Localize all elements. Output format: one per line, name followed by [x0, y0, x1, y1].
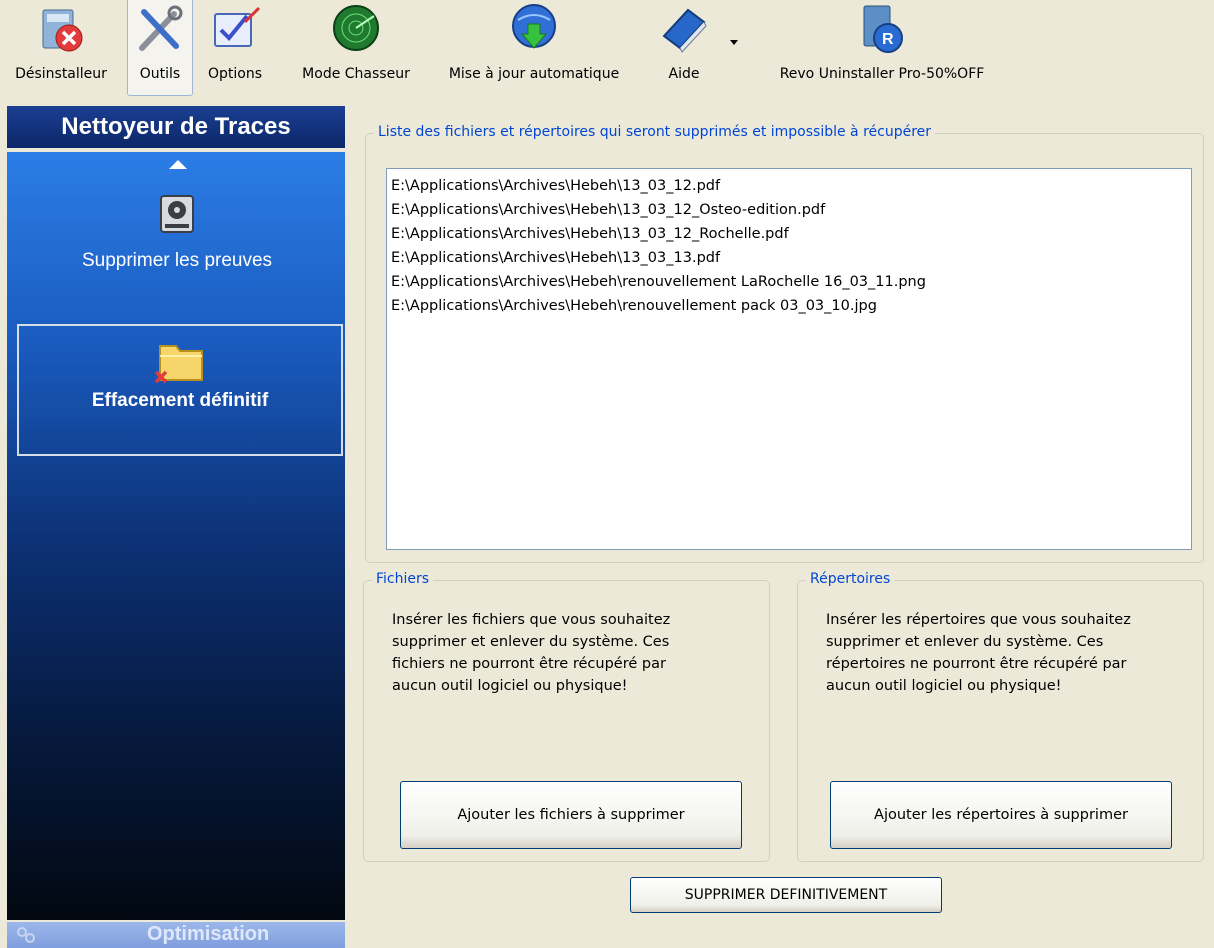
hard-drive-icon: [160, 195, 194, 233]
add-files-button[interactable]: Ajouter les fichiers à supprimer: [400, 781, 742, 849]
toolbar-options-label: Options: [207, 66, 263, 82]
directories-group: Répertoires Insérer les répertoires que …: [797, 571, 1204, 862]
files-group-description: Insérer les fichiers que vous souhaitez …: [392, 612, 671, 694]
tools-icon: [139, 5, 183, 51]
update-globe-icon: [512, 4, 556, 49]
list-item[interactable]: E:\Applications\Archives\Hebeh\13_03_12_…: [391, 222, 1187, 246]
help-book-icon: [662, 8, 707, 53]
toolbar-hunter-mode-label: Mode Chasseur: [302, 66, 410, 82]
list-item[interactable]: E:\Applications\Archives\Hebeh\13_03_12.…: [391, 174, 1187, 198]
file-list-group: Liste des fichiers et répertoires qui se…: [365, 124, 1204, 563]
file-list-group-title: Liste des fichiers et répertoires qui se…: [374, 124, 936, 140]
files-group: Fichiers Insérer les fichiers que vous s…: [363, 571, 770, 862]
radar-icon: [333, 5, 379, 51]
options-icon: [214, 6, 261, 47]
file-list[interactable]: E:\Applications\Archives\Hebeh\13_03_12.…: [386, 168, 1192, 550]
toolbar-options-button[interactable]: Options: [196, 0, 274, 96]
toolbar-auto-update-label: Mise à jour automatique: [448, 66, 620, 82]
sidebar-item-delete-evidence-label: Supprimer les preuves: [81, 250, 273, 271]
directories-group-title: Répertoires: [806, 571, 895, 587]
list-item[interactable]: E:\Applications\Archives\Hebeh\13_03_13.…: [391, 246, 1187, 270]
gears-icon: [17, 927, 35, 943]
list-item[interactable]: E:\Applications\Archives\Hebeh\renouvell…: [391, 270, 1187, 294]
toolbar-revo-pro-button[interactable]: R Revo Uninstaller Pro-50%OFF: [752, 0, 1012, 96]
directories-group-description: Insérer les répertoires que vous souhait…: [826, 612, 1131, 694]
files-group-title: Fichiers: [372, 571, 434, 587]
svg-text:R: R: [882, 31, 894, 48]
toolbar-revo-pro-label: Revo Uninstaller Pro-50%OFF: [779, 66, 985, 82]
sidebar-item-permanent-erase-label: Effacement définitif: [91, 390, 269, 411]
toolbar-hunter-mode-button[interactable]: Mode Chasseur: [282, 0, 430, 96]
scroll-up-arrow-icon[interactable]: [169, 160, 187, 169]
folder-delete-icon: [154, 345, 203, 384]
sidebar-body: Supprimer les preuves Effacement définit…: [7, 152, 345, 920]
sidebar-title: Nettoyeur de Traces: [7, 106, 345, 148]
sidebar-item-permanent-erase[interactable]: Effacement définitif: [17, 324, 343, 456]
list-item[interactable]: E:\Applications\Archives\Hebeh\13_03_12_…: [391, 198, 1187, 222]
revo-pro-icon: R: [863, 5, 903, 53]
toolbar-help-label: Aide: [668, 66, 700, 82]
toolbar-tools-button[interactable]: Outils: [127, 0, 193, 96]
toolbar-uninstaller-button[interactable]: Désinstalleur: [4, 0, 118, 96]
sidebar: Nettoyeur de Traces Supprimer les preuve…: [7, 106, 345, 948]
help-dropdown-arrow-icon[interactable]: [730, 40, 738, 45]
delete-permanently-button[interactable]: SUPPRIMER DEFINITIVEMENT: [630, 877, 942, 913]
toolbar-tools-label: Outils: [139, 66, 181, 82]
sidebar-item-delete-evidence[interactable]: Supprimer les preuves: [17, 188, 337, 288]
toolbar-auto-update-button[interactable]: Mise à jour automatique: [431, 0, 637, 96]
sidebar-footer-label: Optimisation: [147, 923, 270, 945]
toolbar: Désinstalleur Outils Options Mode Chasse…: [0, 0, 1214, 98]
list-item[interactable]: E:\Applications\Archives\Hebeh\renouvell…: [391, 294, 1187, 318]
toolbar-uninstaller-label: Désinstalleur: [15, 66, 107, 82]
toolbar-help-button[interactable]: Aide: [652, 0, 716, 96]
uninstaller-icon: [42, 9, 83, 52]
sidebar-footer-optimisation[interactable]: Optimisation: [7, 922, 345, 948]
add-directories-button[interactable]: Ajouter les répertoires à supprimer: [830, 781, 1172, 849]
